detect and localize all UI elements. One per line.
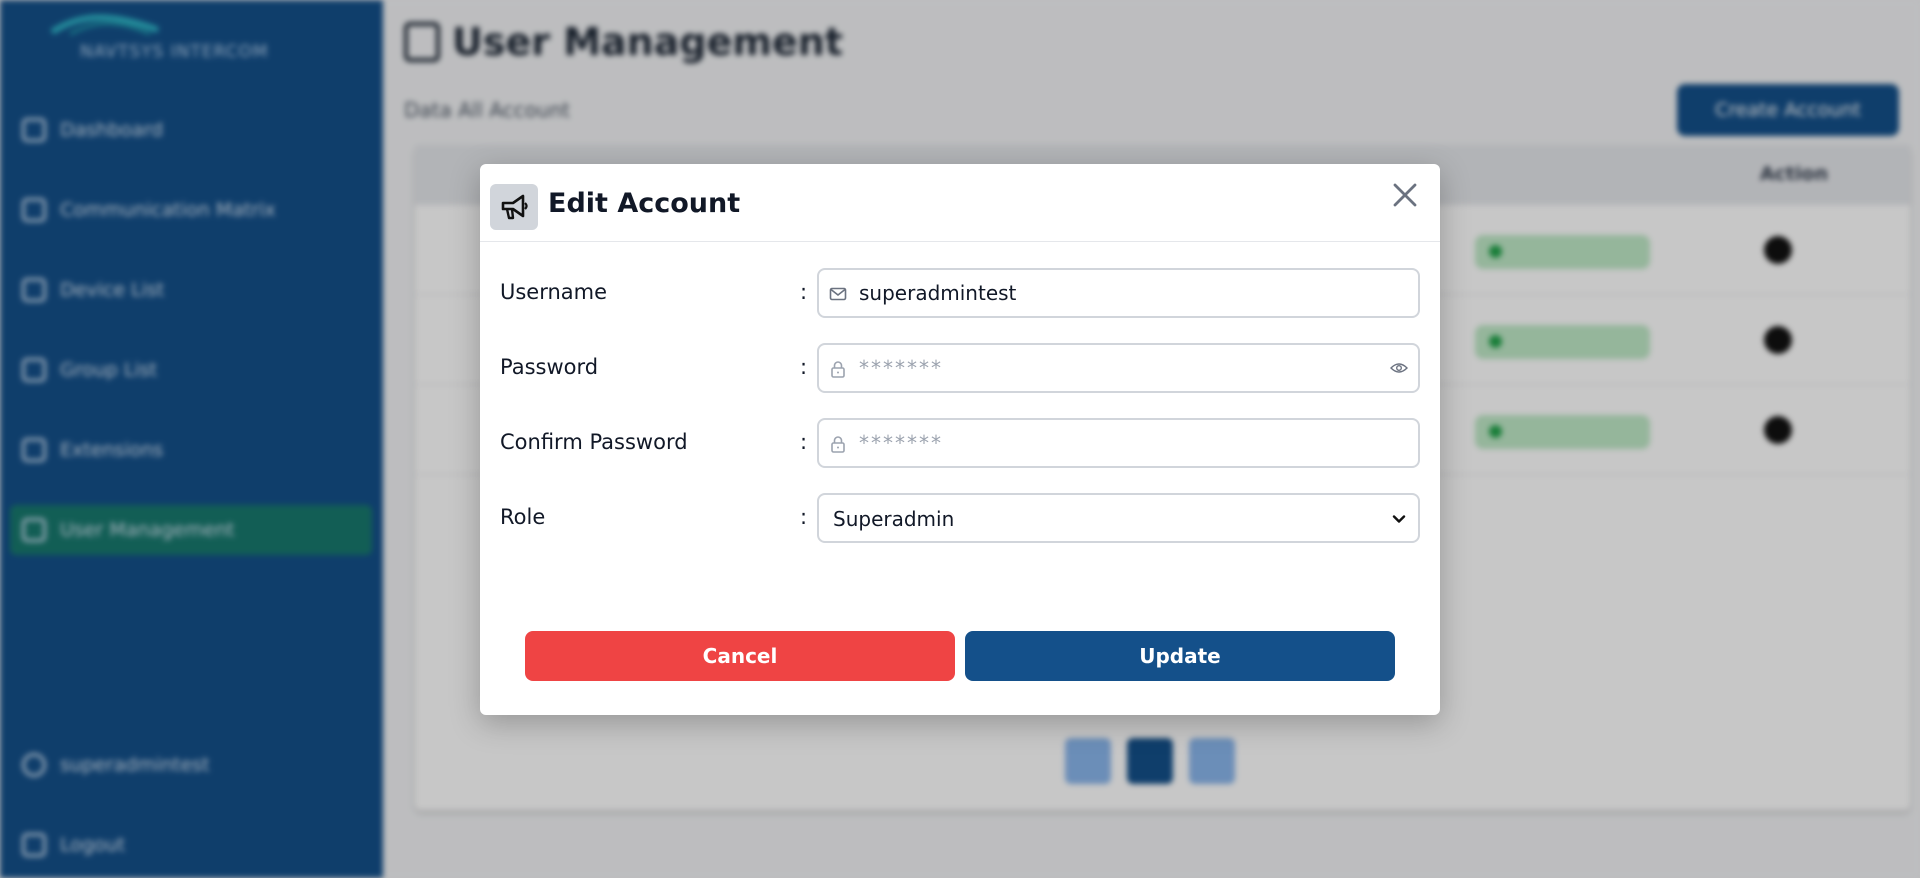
modal-title: Edit Account (548, 188, 741, 219)
password-label: Password (500, 355, 599, 379)
password-input[interactable] (859, 345, 1379, 391)
confirm-password-field (817, 418, 1420, 468)
modal-header: Edit Account (480, 164, 1440, 242)
colon: : (800, 505, 808, 529)
colon: : (800, 355, 808, 379)
confirm-password-input[interactable] (859, 420, 1379, 466)
eye-icon[interactable] (1390, 361, 1408, 375)
username-label: Username (500, 280, 608, 304)
mail-icon (829, 287, 847, 301)
cancel-button[interactable]: Cancel (525, 631, 955, 681)
username-row: Username : (480, 268, 1440, 318)
role-select[interactable]: Superadmin (817, 493, 1420, 543)
role-row: Role : Superadmin (480, 493, 1440, 543)
colon: : (800, 280, 808, 304)
lock-icon (831, 436, 845, 453)
username-input[interactable] (859, 270, 1379, 316)
username-field (817, 268, 1420, 318)
chevron-down-icon (1392, 515, 1406, 523)
close-icon[interactable] (1388, 178, 1422, 212)
role-select-value: Superadmin (833, 507, 955, 531)
confirm-password-row: Confirm Password : (480, 418, 1440, 468)
update-button[interactable]: Update (965, 631, 1395, 681)
colon: : (800, 430, 808, 454)
megaphone-icon (490, 184, 538, 230)
lock-icon (831, 361, 845, 378)
confirm-password-label: Confirm Password (500, 430, 688, 454)
password-row: Password : (480, 343, 1440, 393)
password-field (817, 343, 1420, 393)
edit-account-modal: Edit Account Username : Password : (480, 164, 1440, 715)
role-label: Role (500, 505, 546, 529)
